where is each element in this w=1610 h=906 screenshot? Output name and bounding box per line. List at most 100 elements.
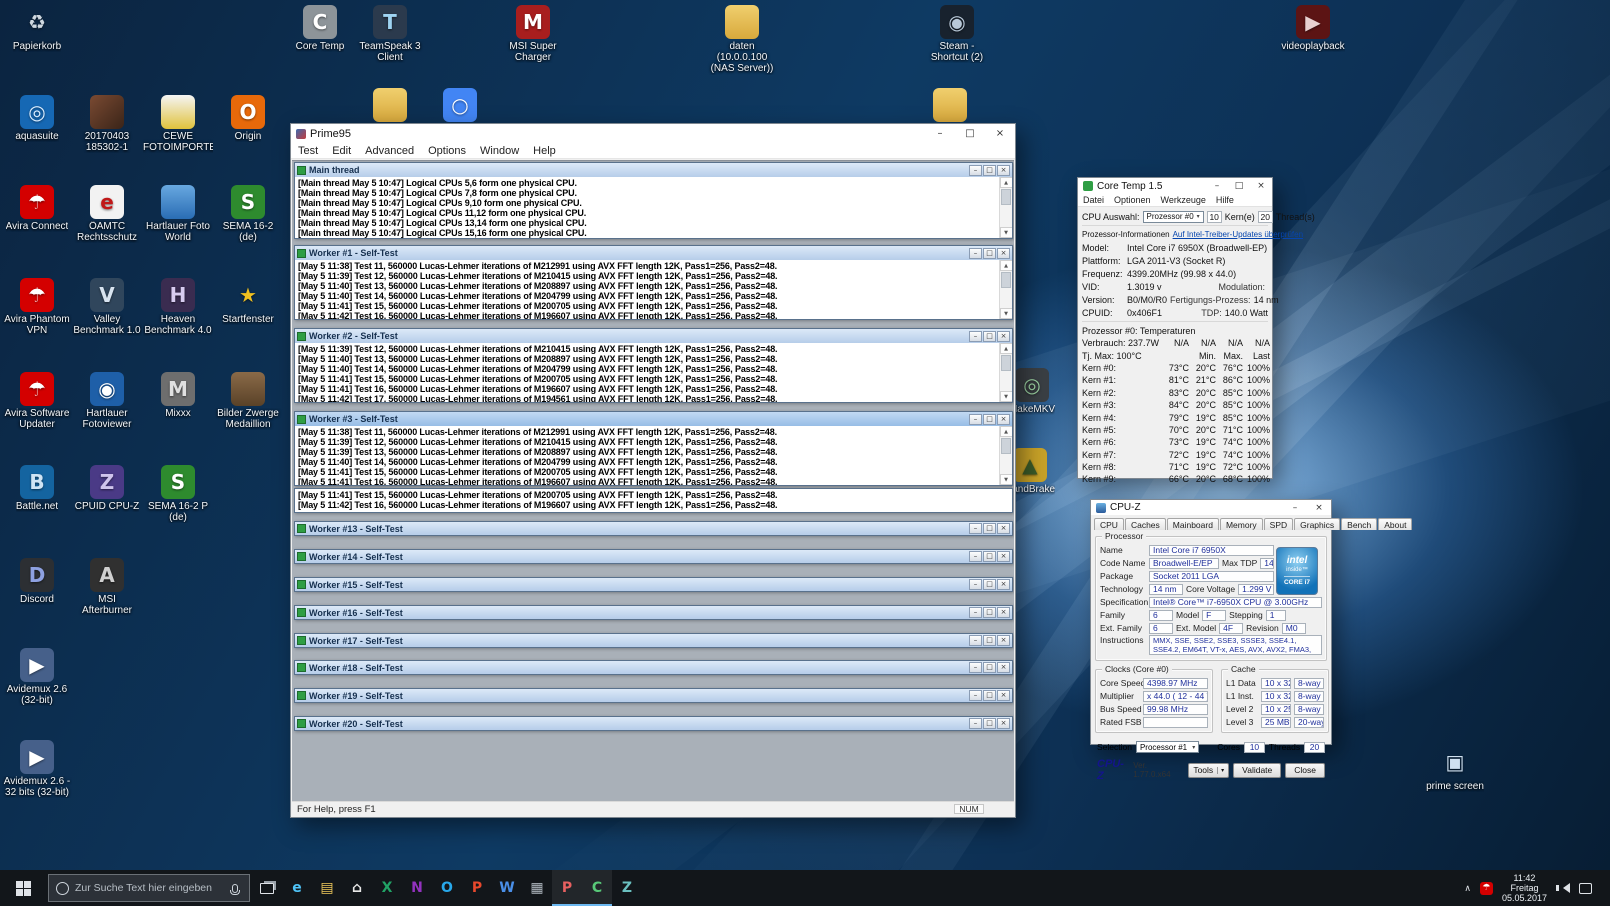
desktop-icon[interactable]: daten (10.0.0.100 (NAS Server)) -... [707, 5, 777, 75]
scroll-up-icon[interactable]: ▲ [999, 343, 1012, 354]
menu-item[interactable]: Werkzeuge [1156, 195, 1211, 205]
desktop-icon[interactable]: ◉ Steam - Shortcut (2) [922, 5, 992, 63]
scroll-track[interactable] [1000, 437, 1012, 474]
validate-button[interactable]: Validate [1233, 762, 1282, 778]
desktop-icon[interactable]: ☂ Avira Software Updater [2, 372, 72, 430]
collapsed-worker-window[interactable]: Worker #20 - Self-Test – □ × [294, 716, 1013, 731]
child-close-button[interactable]: × [997, 413, 1010, 425]
child-restore-button[interactable]: □ [983, 607, 996, 618]
child-titlebar[interactable]: Worker #3 - Self-Test – □ × [295, 412, 1012, 426]
scrollbar[interactable]: ▲ ▼ [999, 177, 1012, 238]
taskbar-clock[interactable]: 11:42 Freitag 05.05.2017 [1502, 873, 1547, 903]
child-close-button[interactable]: × [997, 635, 1010, 646]
taskbar-app[interactable]: W [492, 870, 522, 906]
scroll-track[interactable] [1000, 354, 1012, 391]
tab[interactable]: CPU [1094, 518, 1124, 530]
child-close-button[interactable]: × [997, 164, 1010, 176]
scroll-up-icon[interactable]: ▲ [999, 426, 1012, 437]
scrollbar[interactable]: ▲ ▼ [999, 426, 1012, 485]
child-restore-button[interactable]: □ [983, 523, 996, 534]
child-close-button[interactable]: × [997, 551, 1010, 562]
prime95-titlebar[interactable]: Prime95 – □ × [291, 124, 1015, 143]
child-titlebar[interactable]: Worker #19 - Self-Test – □ × [295, 689, 1012, 702]
tab[interactable]: Memory [1219, 518, 1263, 530]
desktop-icon[interactable]: V Valley Benchmark 1.0 [72, 278, 142, 336]
child-close-button[interactable]: × [997, 330, 1010, 342]
close-button[interactable]: × [1250, 178, 1272, 194]
child-minimize-button[interactable]: – [969, 413, 982, 425]
desktop-icon[interactable]: O Origin [213, 95, 283, 142]
child-close-button[interactable]: × [997, 662, 1010, 673]
taskbar-app[interactable]: ▦ [522, 870, 552, 906]
menu-item[interactable]: Test [291, 145, 325, 157]
child-close-button[interactable]: × [997, 523, 1010, 534]
child-minimize-button[interactable]: – [969, 551, 982, 562]
desktop-icon[interactable]: ▶ videoplayback [1278, 5, 1348, 52]
task-view-button[interactable] [252, 870, 282, 906]
scroll-down-icon[interactable]: ▼ [999, 474, 1012, 485]
action-center-icon[interactable] [1579, 882, 1592, 894]
child-titlebar[interactable]: Worker #17 - Self-Test – □ × [295, 634, 1012, 647]
desktop-icon[interactable]: CEWE FOTOIMPORTER [143, 95, 213, 153]
desktop-icon[interactable]: ☂ Avira Phantom VPN [2, 278, 72, 336]
child-restore-button[interactable]: □ [983, 718, 996, 729]
child-titlebar[interactable]: Worker #15 - Self-Test – □ × [295, 578, 1012, 591]
child-minimize-button[interactable]: – [969, 579, 982, 590]
child-minimize-button[interactable]: – [969, 247, 982, 259]
minimize-button[interactable]: – [1283, 500, 1307, 515]
scroll-track[interactable] [1000, 271, 1012, 308]
desktop-icon[interactable]: ○ [425, 88, 495, 124]
scroll-thumb[interactable] [1001, 189, 1011, 205]
taskbar-app[interactable]: ⌂ [342, 870, 372, 906]
tab[interactable]: Bench [1341, 518, 1378, 530]
collapsed-worker-window[interactable]: Worker #17 - Self-Test – □ × [294, 633, 1013, 648]
desktop-icon[interactable]: S SEMA 16-2 (de) [213, 185, 283, 243]
scroll-thumb[interactable] [1001, 438, 1011, 454]
search-box[interactable] [48, 874, 250, 902]
child-titlebar[interactable]: Worker #16 - Self-Test – □ × [295, 606, 1012, 619]
taskbar-app[interactable]: e [282, 870, 312, 906]
scroll-down-icon[interactable]: ▼ [999, 227, 1012, 238]
tab[interactable]: Caches [1124, 518, 1166, 530]
desktop-icon[interactable]: e ÖAMTC Rechtsschutz [72, 185, 142, 243]
child-restore-button[interactable]: □ [983, 662, 996, 673]
collapsed-worker-window[interactable]: Worker #13 - Self-Test – □ × [294, 521, 1013, 536]
menu-item[interactable]: Edit [325, 145, 358, 157]
menu-item[interactable]: Help [526, 145, 563, 157]
child-close-button[interactable]: × [997, 607, 1010, 618]
desktop-icon[interactable]: Z CPUID CPU-Z [72, 465, 142, 512]
taskbar-app[interactable]: N [402, 870, 432, 906]
collapsed-worker-window[interactable]: Worker #18 - Self-Test – □ × [294, 660, 1013, 675]
tools-button[interactable]: Tools ▾ [1188, 762, 1230, 778]
collapsed-worker-window[interactable]: Worker #16 - Self-Test – □ × [294, 605, 1013, 620]
processor-select-combo[interactable]: Processor #1 ▾ [1135, 741, 1200, 753]
child-close-button[interactable]: × [997, 247, 1010, 259]
desktop-icon[interactable]: ▶ Avidemux 2.6 - 32 bits (32-bit) [2, 740, 72, 798]
scroll-up-icon[interactable]: ▲ [999, 260, 1012, 271]
child-titlebar[interactable]: Main thread – □ × [295, 163, 1012, 177]
child-titlebar[interactable]: Worker #14 - Self-Test – □ × [295, 550, 1012, 563]
cpuz-titlebar[interactable]: CPU-Z – × [1091, 500, 1331, 515]
child-minimize-button[interactable]: – [969, 330, 982, 342]
desktop-icon[interactable]: M MSI Super Charger [498, 5, 568, 63]
maximize-button[interactable]: □ [955, 124, 985, 143]
scrollbar[interactable]: ▲ ▼ [999, 260, 1012, 319]
child-restore-button[interactable]: □ [983, 247, 996, 259]
desktop-icon[interactable]: A MSI Afterburner [72, 558, 142, 616]
coretemp-titlebar[interactable]: Core Temp 1.5 – □ × [1078, 178, 1272, 194]
desktop-icon[interactable]: ▣ prime screen [1420, 745, 1490, 792]
child-restore-button[interactable]: □ [983, 164, 996, 176]
child-minimize-button[interactable]: – [969, 662, 982, 673]
cpu-select-combo[interactable]: Prozessor #0 ▾ [1142, 210, 1204, 223]
volume-icon[interactable] [1556, 883, 1570, 893]
taskbar-app[interactable]: X [372, 870, 402, 906]
tab[interactable]: About [1378, 518, 1413, 530]
minimize-button[interactable]: – [925, 124, 955, 143]
menu-item[interactable]: Window [473, 145, 526, 157]
desktop-icon[interactable]: T TeamSpeak 3 Client [355, 5, 425, 63]
child-minimize-button[interactable]: – [969, 607, 982, 618]
intel-driver-update-link[interactable]: Auf Intel-Treiber-Updates überprüfen [1173, 230, 1303, 239]
desktop-icon[interactable]: D Discord [2, 558, 72, 605]
collapsed-worker-window[interactable]: Worker #15 - Self-Test – □ × [294, 577, 1013, 592]
child-restore-button[interactable]: □ [983, 413, 996, 425]
